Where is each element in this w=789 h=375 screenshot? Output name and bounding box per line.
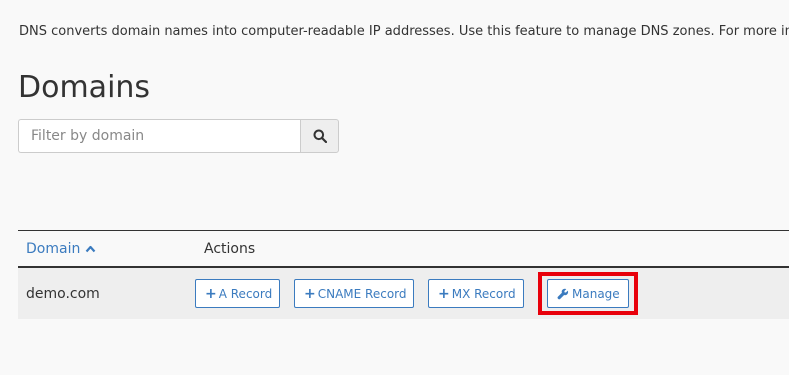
domain-column-label: Domain: [26, 240, 81, 257]
domain-cell: demo.com: [26, 285, 100, 302]
manage-highlight-box: Manage: [538, 272, 638, 315]
plus-icon: +: [304, 285, 316, 302]
cname-record-label: CNAME Record: [317, 286, 407, 301]
plus-icon: +: [438, 285, 450, 302]
add-cname-record-button[interactable]: + CNAME Record: [294, 279, 414, 308]
page-title: Domains: [18, 70, 151, 105]
search-button[interactable]: [300, 119, 339, 153]
domain-filter: [18, 119, 339, 153]
table-row: demo.com + A Record + CNAME Record + MX …: [18, 268, 789, 319]
dns-zone-page: DNS converts domain names into computer-…: [0, 0, 789, 375]
actions-column-header: Actions: [204, 240, 256, 257]
sort-ascending-icon: [85, 245, 96, 253]
mx-record-label: MX Record: [451, 286, 516, 301]
table-header: Domain Actions: [18, 230, 789, 268]
page-description: DNS converts domain names into computer-…: [19, 24, 789, 39]
domains-table: Domain Actions demo.com + A Record + CNA…: [18, 230, 789, 319]
domain-column-header[interactable]: Domain: [18, 241, 204, 257]
add-a-record-button[interactable]: + A Record: [195, 279, 280, 308]
manage-button[interactable]: Manage: [547, 279, 629, 308]
search-icon: [313, 129, 327, 143]
plus-icon: +: [205, 285, 217, 302]
add-mx-record-button[interactable]: + MX Record: [428, 279, 524, 308]
a-record-label: A Record: [218, 286, 273, 301]
wrench-icon: [557, 288, 569, 300]
filter-domain-input[interactable]: [18, 119, 300, 153]
manage-label: Manage: [572, 286, 620, 301]
row-actions: + A Record + CNAME Record + MX Record Ma…: [195, 272, 638, 315]
